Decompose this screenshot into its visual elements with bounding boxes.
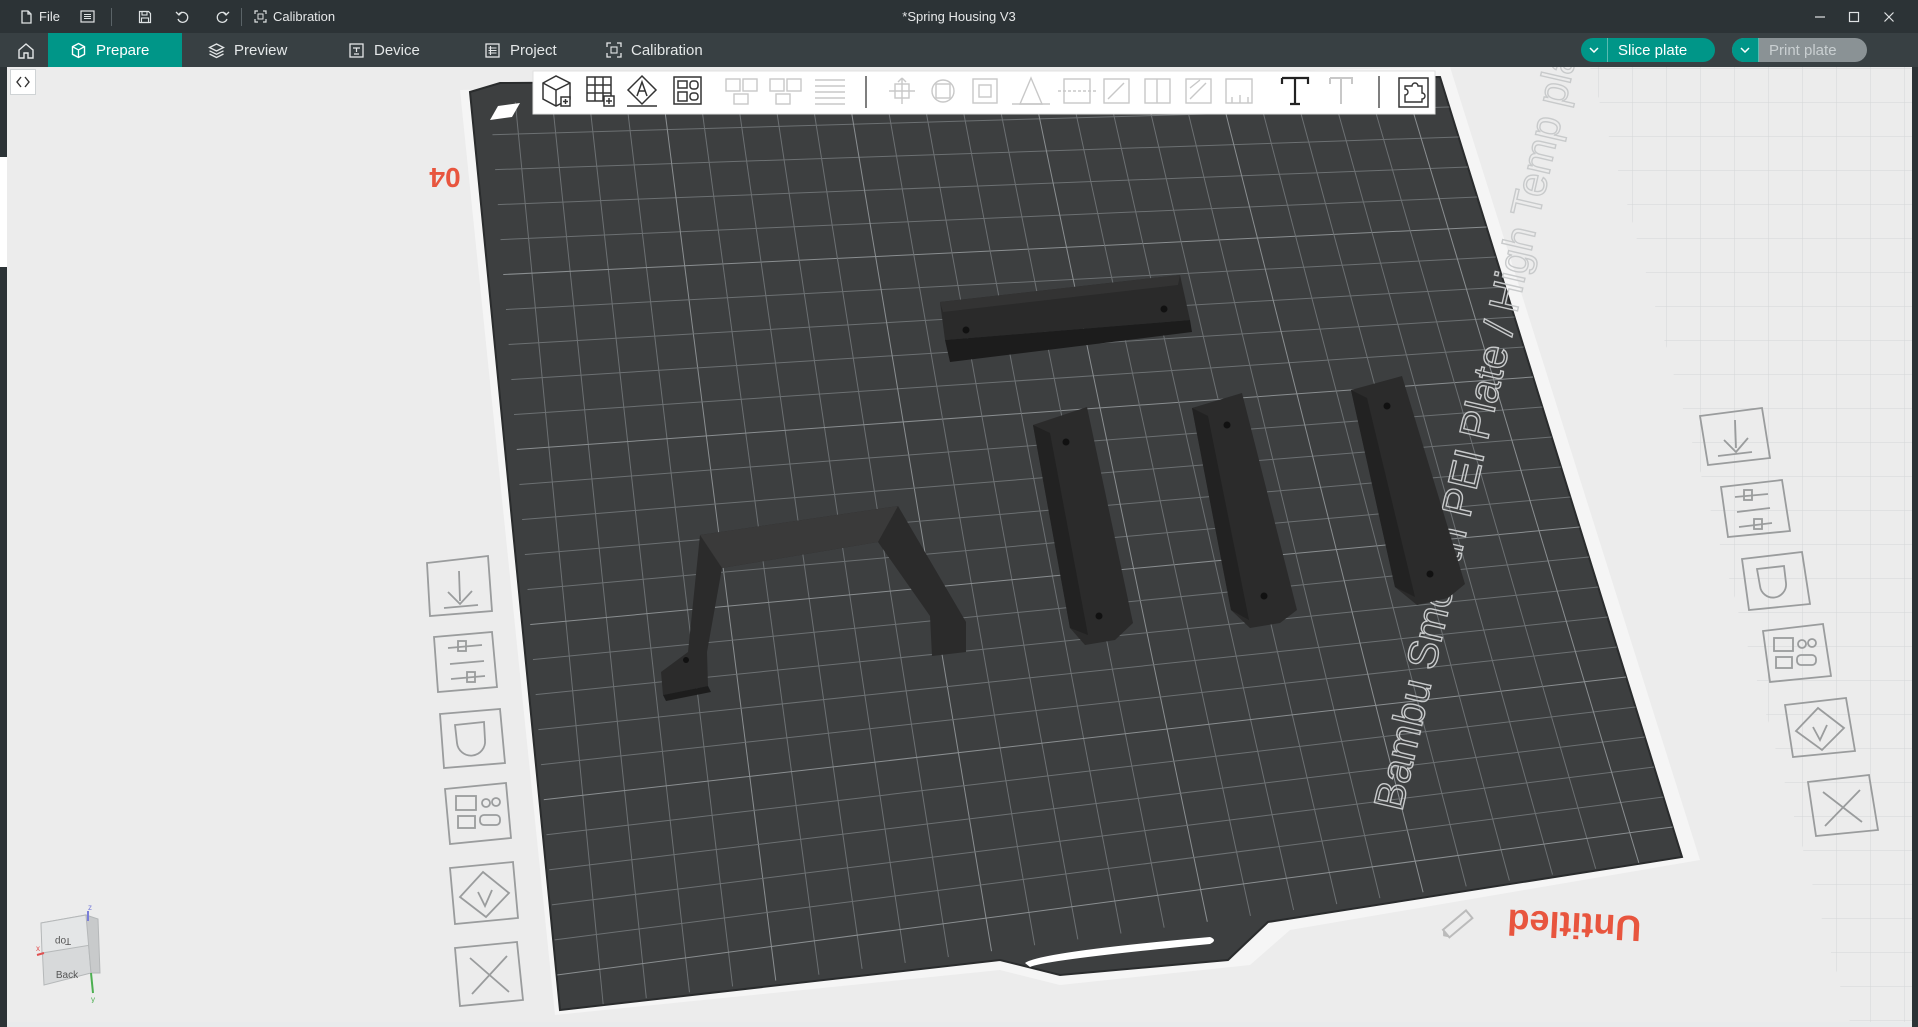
tab-prepare-label: Prepare xyxy=(96,41,150,59)
title-bar: File Calibration *Spring Housing V3 xyxy=(0,0,1918,33)
tab-calibration[interactable]: Calibration xyxy=(606,33,703,67)
plate-number: 04 xyxy=(429,162,461,193)
save-button[interactable] xyxy=(138,0,152,33)
right-window-edge xyxy=(1912,67,1918,1027)
background-grid xyxy=(1590,67,1912,1022)
file-icon xyxy=(21,9,32,24)
plate-settings-icon[interactable] xyxy=(433,631,498,693)
print-plate-button[interactable]: Print plate xyxy=(1732,38,1867,62)
main-toolbar: Prepare Preview Device Project Calibrati… xyxy=(0,33,1918,67)
gizmo-toolbar xyxy=(532,70,1436,115)
save-icon xyxy=(138,10,152,23)
slice-plate-label: Slice plate xyxy=(1618,41,1688,59)
tab-device-label: Device xyxy=(374,41,420,59)
calibration-icon xyxy=(254,10,267,23)
close-window-button[interactable] xyxy=(1866,0,1912,33)
edit-plate-name-icon[interactable] xyxy=(1440,909,1474,940)
view-cube-top-label: Top xyxy=(55,935,72,946)
print-plate-label: Print plate xyxy=(1769,41,1837,59)
tab-device[interactable]: Device xyxy=(348,33,420,67)
redo-button[interactable] xyxy=(214,0,230,33)
titlebar-separator xyxy=(111,8,112,26)
view-cube[interactable]: Top Back z y x xyxy=(36,903,111,1004)
plate-orient-icon[interactable] xyxy=(449,861,519,925)
tab-preview-label: Preview xyxy=(234,41,288,59)
view-cube-back-label: Back xyxy=(56,970,79,981)
plate-import-icon[interactable] xyxy=(426,554,493,617)
tab-project-label: Project xyxy=(510,41,557,59)
minimize-icon xyxy=(1815,15,1825,18)
slice-options-dropdown[interactable] xyxy=(1581,38,1608,62)
close-icon xyxy=(1884,11,1894,22)
device-icon xyxy=(349,42,364,58)
cube-icon xyxy=(71,42,86,58)
axis-y-label: y xyxy=(91,995,95,1003)
axis-z-label: z xyxy=(88,903,92,912)
tab-preview[interactable]: Preview xyxy=(208,33,287,67)
axis-x-label: x xyxy=(36,944,40,953)
tab-calibration-label: Calibration xyxy=(631,41,703,59)
collapse-arrows-icon xyxy=(16,76,30,88)
slice-plate-button[interactable]: Slice plate xyxy=(1581,38,1715,62)
plate-filament-icon[interactable] xyxy=(439,708,506,769)
undo-button[interactable] xyxy=(175,0,191,33)
print-options-dropdown[interactable] xyxy=(1732,38,1759,62)
left-window-edge xyxy=(0,67,7,1027)
project-icon xyxy=(485,42,500,58)
file-menu-label: File xyxy=(39,9,60,24)
chevron-down-icon xyxy=(1589,47,1599,53)
calibration-menu-label: Calibration xyxy=(273,9,336,24)
undo-icon xyxy=(175,11,189,23)
home-button[interactable] xyxy=(12,33,40,67)
menu-button[interactable] xyxy=(80,0,95,33)
tab-project[interactable]: Project xyxy=(484,33,557,67)
plate-arrange-icon[interactable] xyxy=(444,782,512,845)
chevron-down-icon xyxy=(1740,47,1750,53)
layers-icon xyxy=(208,42,225,58)
home-icon xyxy=(18,42,34,59)
menu-icon xyxy=(80,10,95,23)
plate-name: Untitled xyxy=(1506,902,1642,950)
3d-viewport[interactable]: Bambu Smooth PEI Plate / High Temp plate… xyxy=(7,67,1912,1022)
calibration-icon xyxy=(606,42,622,58)
tab-prepare[interactable]: Prepare xyxy=(48,33,182,67)
redo-icon xyxy=(216,11,230,23)
sidebar-toggle-button[interactable] xyxy=(10,69,36,95)
calibration-menu[interactable]: Calibration xyxy=(254,0,335,33)
titlebar-separator xyxy=(241,8,242,26)
plate-delete-icon[interactable] xyxy=(454,941,524,1007)
file-menu[interactable]: File xyxy=(20,0,60,33)
maximize-icon xyxy=(1848,11,1860,22)
